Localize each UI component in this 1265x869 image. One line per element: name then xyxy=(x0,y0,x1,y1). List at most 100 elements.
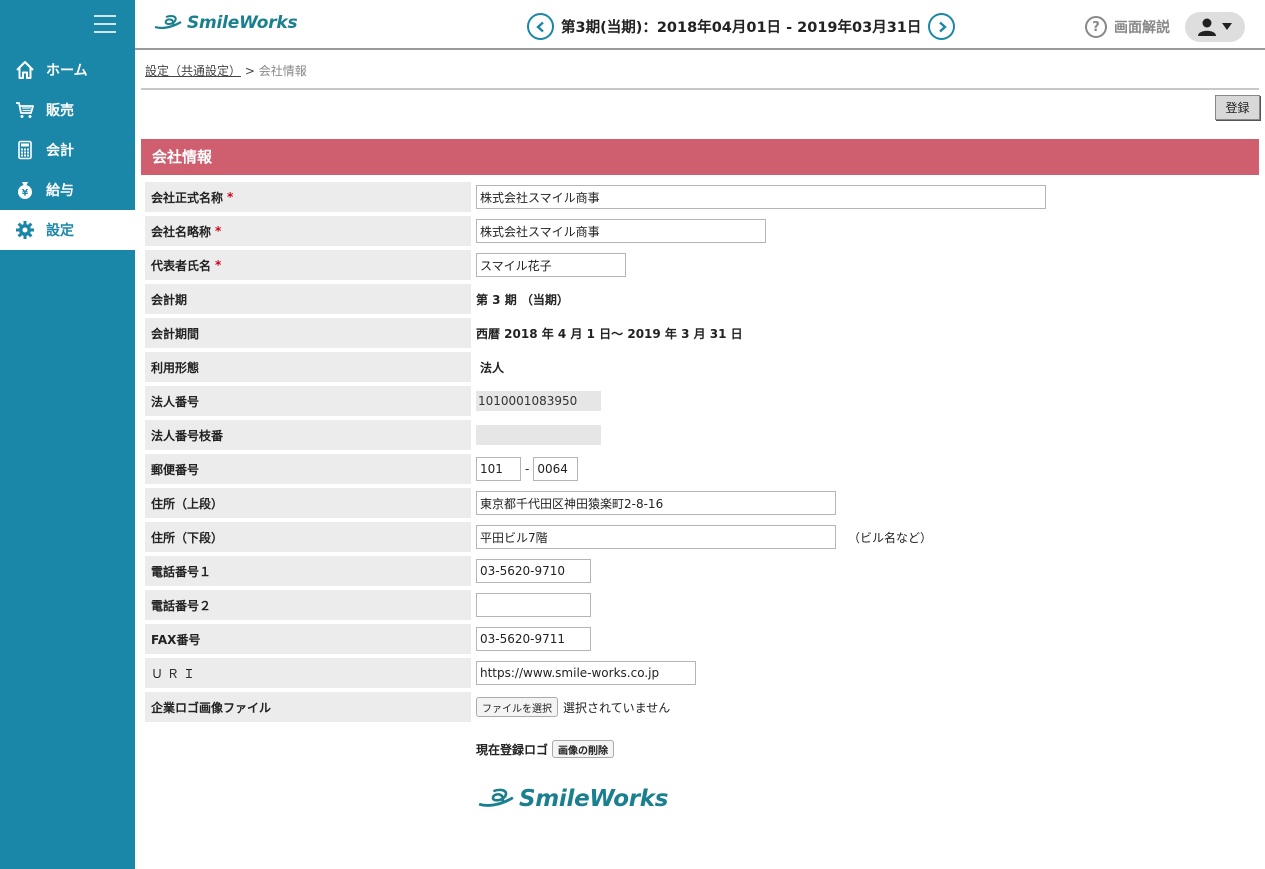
field-label: 企業ロゴ画像ファイル xyxy=(145,692,471,722)
representative-input[interactable]: スマイル花子 xyxy=(476,253,626,277)
form-row-usage-type: 利用形態 法人 xyxy=(145,350,1259,384)
user-icon xyxy=(1198,18,1232,36)
breadcrumb-current: 会社情報 xyxy=(258,64,307,78)
smileworks-logo-icon xyxy=(478,788,514,807)
label-text: 会社正式名称 xyxy=(151,190,224,205)
money-bag-icon: ¥ xyxy=(15,180,35,200)
smileworks-logo-icon xyxy=(154,15,182,30)
form-row-logo-file: 企業ロゴ画像ファイル ファイルを選択 選択されていません xyxy=(145,690,1259,724)
logo-text: SmileWorks xyxy=(187,13,298,33)
choose-file-button[interactable]: ファイルを選択 xyxy=(476,697,558,717)
corp-branch-field xyxy=(476,425,601,445)
help-label: 画面解説 xyxy=(1114,20,1170,36)
period-label: 第3期(当期)：2018年04月01日 - 2019年03月31日 xyxy=(561,20,922,36)
field-label: 代表者氏名 * xyxy=(145,250,471,280)
fiscal-period-value: 西暦 2018 年 4 月 1 日〜 2019 年 3 月 31 日 xyxy=(476,326,743,341)
field-label: ＵＲＩ xyxy=(145,658,471,688)
prev-period-button[interactable] xyxy=(527,13,554,40)
field-label: 郵便番号 xyxy=(145,454,471,484)
sidebar-item-label: 設定 xyxy=(46,223,74,239)
required-mark: * xyxy=(215,258,222,272)
field-label: 会計期 xyxy=(145,284,471,314)
field-label: 電話番号２ xyxy=(145,590,471,620)
form-row-corp-number: 法人番号 1010001083950 xyxy=(145,384,1259,418)
chevron-right-icon xyxy=(939,21,947,32)
field-label: 住所（上段） xyxy=(145,488,471,518)
corp-number-field: 1010001083950 xyxy=(476,391,601,411)
register-button[interactable]: 登録 xyxy=(1215,95,1260,120)
company-name-input[interactable]: 株式会社スマイル商事 xyxy=(476,185,1046,209)
sidebar-item-label: ホーム xyxy=(46,63,88,79)
form-row-url: ＵＲＩ https://www.smile-works.co.jp xyxy=(145,656,1259,690)
form-row-corp-branch: 法人番号枝番 xyxy=(145,418,1259,452)
form-row-fiscal-period: 会計期間 西暦 2018 年 4 月 1 日〜 2019 年 3 月 31 日 xyxy=(145,316,1259,350)
postal-second-input[interactable]: 0064 xyxy=(533,457,579,481)
svg-text:¥: ¥ xyxy=(22,189,29,199)
current-logo-area: 現在登録ロゴ 画像の削除 SmileWorks xyxy=(476,740,668,812)
required-mark: * xyxy=(215,224,222,238)
hamburger-menu-icon[interactable] xyxy=(94,15,116,33)
sidebar-item-label: 会計 xyxy=(46,143,74,159)
cart-icon xyxy=(15,100,35,120)
sidebar-item-accounting[interactable]: 会計 xyxy=(0,130,135,170)
delete-image-button[interactable]: 画像の削除 xyxy=(552,740,615,758)
sidebar-nav: ホーム 販売 会計 ¥ 給与 設定 xyxy=(0,50,135,250)
sidebar-item-label: 給与 xyxy=(46,183,74,199)
gear-icon xyxy=(15,220,35,240)
breadcrumb-separator: > xyxy=(244,64,255,78)
section-title: 会社情報 xyxy=(141,139,1259,175)
usage-type-value: 法人 xyxy=(480,360,505,375)
calculator-icon xyxy=(15,140,35,160)
address2-note: （ビル名など） xyxy=(848,530,933,545)
fax-input[interactable]: 03-5620-9711 xyxy=(476,627,591,651)
field-label: 電話番号１ xyxy=(145,556,471,586)
address2-input[interactable]: 平田ビル7階 xyxy=(476,525,836,549)
question-icon: ? xyxy=(1085,16,1107,38)
field-label: 会計期間 xyxy=(145,318,471,348)
postal-dash: - xyxy=(525,462,530,476)
required-mark: * xyxy=(227,190,234,204)
fiscal-term-value: 第 3 期 （当期） xyxy=(476,292,569,307)
address1-input[interactable]: 東京都千代田区神田猿楽町2-8-16 xyxy=(476,491,836,515)
phone1-input[interactable]: 03-5620-9710 xyxy=(476,559,591,583)
chevron-left-icon xyxy=(535,21,544,32)
period-selector: 第3期(当期)：2018年04月01日 - 2019年03月31日 xyxy=(527,13,956,40)
top-header: SmileWorks 第3期(当期)：2018年04月01日 - 2019年03… xyxy=(135,0,1265,50)
breadcrumb: 設定（共通設定） > 会社情報 xyxy=(145,62,307,79)
form-row-address1: 住所（上段） 東京都千代田区神田猿楽町2-8-16 xyxy=(145,486,1259,520)
file-status: 選択されていません xyxy=(563,700,671,715)
current-logo-label: 現在登録ロゴ xyxy=(476,742,549,757)
short-name-input[interactable]: 株式会社スマイル商事 xyxy=(476,219,766,243)
label-text: 会社名略称 xyxy=(151,224,212,239)
label-text: 代表者氏名 xyxy=(151,258,212,273)
caret-down-icon xyxy=(1222,23,1232,30)
field-label: 利用形態 xyxy=(145,352,471,382)
sidebar-item-settings[interactable]: 設定 xyxy=(0,210,135,250)
form-row-phone2: 電話番号２ xyxy=(145,588,1259,622)
sidebar-item-sales[interactable]: 販売 xyxy=(0,90,135,130)
divider xyxy=(141,88,1259,90)
url-input[interactable]: https://www.smile-works.co.jp xyxy=(476,661,696,685)
help-button[interactable]: ? 画面解説 xyxy=(1085,16,1170,38)
sidebar-item-payroll[interactable]: ¥ 給与 xyxy=(0,170,135,210)
smileworks-logo[interactable]: SmileWorks xyxy=(153,13,298,33)
form-row-company-name: 会社正式名称 * 株式会社スマイル商事 xyxy=(145,180,1259,214)
company-info-form: 会社正式名称 * 株式会社スマイル商事 会社名略称 * 株式会社スマイル商事 代表者… xyxy=(145,180,1259,724)
sidebar: ホーム 販売 会計 ¥ 給与 設定 xyxy=(0,0,135,869)
field-label: 法人番号 xyxy=(145,386,471,416)
field-label: FAX番号 xyxy=(145,624,471,654)
breadcrumb-link-settings[interactable]: 設定（共通設定） xyxy=(145,64,241,78)
field-label: 住所（下段） xyxy=(145,522,471,552)
phone2-input[interactable] xyxy=(476,593,591,617)
user-menu-button[interactable] xyxy=(1185,12,1245,42)
form-row-fax: FAX番号 03-5620-9711 xyxy=(145,622,1259,656)
current-logo-image: SmileWorks xyxy=(476,786,668,812)
home-icon xyxy=(15,60,35,80)
form-row-short-name: 会社名略称 * 株式会社スマイル商事 xyxy=(145,214,1259,248)
sidebar-item-label: 販売 xyxy=(46,103,74,119)
sidebar-item-home[interactable]: ホーム xyxy=(0,50,135,90)
form-row-postal: 郵便番号 101 - 0064 xyxy=(145,452,1259,486)
postal-first-input[interactable]: 101 xyxy=(476,457,521,481)
next-period-button[interactable] xyxy=(928,13,956,40)
field-label: 法人番号枝番 xyxy=(145,420,471,450)
